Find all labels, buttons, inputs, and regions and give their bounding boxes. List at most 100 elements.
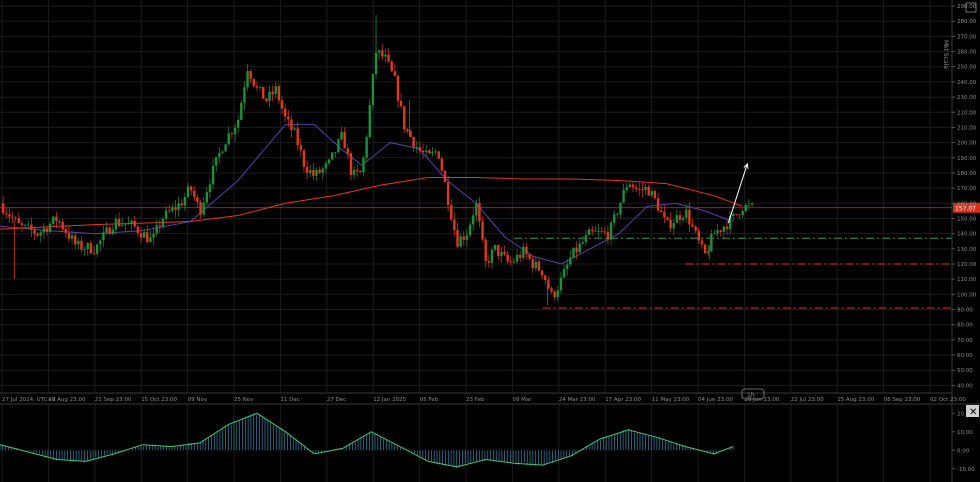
candle-body[interactable] bbox=[283, 108, 287, 117]
candle-body[interactable] bbox=[230, 133, 234, 135]
candle-body[interactable] bbox=[735, 214, 738, 215]
candle-body[interactable] bbox=[74, 235, 77, 245]
candle-body[interactable] bbox=[299, 145, 303, 151]
candle-body[interactable] bbox=[183, 196, 187, 206]
candle-body[interactable] bbox=[406, 129, 409, 132]
candle-body[interactable] bbox=[450, 204, 453, 220]
candle-body[interactable] bbox=[158, 225, 162, 227]
candle-body[interactable] bbox=[33, 230, 36, 234]
candle-body[interactable] bbox=[20, 223, 24, 225]
candle-body[interactable] bbox=[318, 169, 321, 173]
candle-body[interactable] bbox=[277, 86, 281, 101]
candle-body[interactable] bbox=[274, 86, 277, 95]
candle-body[interactable] bbox=[713, 233, 716, 235]
candle-body[interactable] bbox=[368, 104, 371, 138]
candle-body[interactable] bbox=[95, 244, 99, 254]
candle-body[interactable] bbox=[703, 244, 707, 254]
candle-body[interactable] bbox=[597, 231, 600, 232]
candle-body[interactable] bbox=[471, 215, 475, 225]
candle-body[interactable] bbox=[130, 220, 133, 224]
candle-body[interactable] bbox=[70, 235, 74, 239]
candle-body[interactable] bbox=[487, 261, 491, 263]
candle-body[interactable] bbox=[377, 50, 381, 53]
candle-body[interactable] bbox=[23, 224, 27, 226]
candle-body[interactable] bbox=[387, 54, 390, 62]
candle-body[interactable] bbox=[252, 78, 256, 86]
candle-body[interactable] bbox=[381, 50, 384, 57]
candle-body[interactable] bbox=[465, 235, 469, 240]
candle-body[interactable] bbox=[534, 261, 538, 269]
candle-body[interactable] bbox=[681, 217, 685, 220]
candle-body[interactable] bbox=[650, 191, 654, 196]
candle-body[interactable] bbox=[290, 119, 293, 130]
candle-body[interactable] bbox=[594, 230, 597, 232]
candle-body[interactable] bbox=[591, 229, 594, 231]
candle-body[interactable] bbox=[202, 202, 205, 215]
candle-body[interactable] bbox=[399, 100, 403, 107]
candle-body[interactable] bbox=[688, 209, 691, 225]
candle-body[interactable] bbox=[490, 249, 494, 263]
candle-body[interactable] bbox=[478, 203, 481, 222]
candle-body[interactable] bbox=[484, 239, 487, 262]
candle-body[interactable] bbox=[440, 158, 444, 171]
candle-body[interactable] bbox=[581, 242, 585, 244]
candle-body[interactable] bbox=[666, 217, 669, 220]
candle-body[interactable] bbox=[722, 226, 726, 232]
candle-body[interactable] bbox=[240, 102, 243, 120]
candle-body[interactable] bbox=[330, 152, 334, 160]
candle-body[interactable] bbox=[246, 71, 249, 88]
candle-body[interactable] bbox=[327, 159, 331, 164]
candle-body[interactable] bbox=[352, 169, 356, 176]
candle-body[interactable] bbox=[559, 277, 563, 291]
candle-body[interactable] bbox=[685, 209, 688, 218]
candle-body[interactable] bbox=[124, 224, 127, 226]
candle-body[interactable] bbox=[459, 236, 462, 247]
candle-body[interactable] bbox=[578, 243, 581, 253]
candle-body[interactable] bbox=[418, 147, 422, 151]
candle-body[interactable] bbox=[544, 275, 547, 281]
candle-body[interactable] bbox=[1, 203, 5, 214]
candle-body[interactable] bbox=[324, 163, 328, 169]
candle-body[interactable] bbox=[146, 232, 149, 242]
candle-body[interactable] bbox=[603, 231, 606, 233]
candle-body[interactable] bbox=[750, 203, 754, 205]
candle-body[interactable] bbox=[468, 224, 472, 236]
candle-body[interactable] bbox=[108, 227, 111, 235]
candle-body[interactable] bbox=[186, 186, 190, 197]
candle-body[interactable] bbox=[584, 234, 588, 243]
candle-body[interactable] bbox=[218, 152, 221, 157]
candle-body[interactable] bbox=[446, 182, 450, 205]
candle-body[interactable] bbox=[384, 54, 387, 57]
candle-body[interactable] bbox=[334, 152, 337, 153]
candle-body[interactable] bbox=[36, 233, 39, 236]
candle-body[interactable] bbox=[744, 204, 748, 211]
candle-body[interactable] bbox=[58, 220, 61, 222]
candle-body[interactable] bbox=[550, 288, 553, 292]
candle-body[interactable] bbox=[647, 186, 650, 196]
candle-body[interactable] bbox=[537, 261, 541, 271]
candle-body[interactable] bbox=[403, 106, 406, 130]
candle-body[interactable] bbox=[428, 150, 431, 154]
candle-body[interactable] bbox=[528, 254, 531, 259]
candle-body[interactable] bbox=[531, 258, 534, 269]
candle-body[interactable] bbox=[678, 215, 682, 220]
candle-body[interactable] bbox=[437, 151, 440, 159]
candle-body[interactable] bbox=[305, 166, 309, 173]
candle-body[interactable] bbox=[227, 133, 230, 145]
candle-body[interactable] bbox=[136, 226, 140, 234]
candle-body[interactable] bbox=[453, 219, 456, 231]
candle-body[interactable] bbox=[569, 257, 572, 265]
candle-body[interactable] bbox=[415, 147, 418, 149]
candle-body[interactable] bbox=[509, 261, 512, 263]
candle-body[interactable] bbox=[61, 221, 64, 230]
candle-body[interactable] bbox=[215, 156, 218, 166]
candle-body[interactable] bbox=[14, 217, 17, 219]
candle-body[interactable] bbox=[312, 169, 315, 176]
candle-body[interactable] bbox=[725, 226, 729, 230]
candle-body[interactable] bbox=[80, 240, 83, 250]
candle-body[interactable] bbox=[64, 229, 68, 233]
candle-body[interactable] bbox=[710, 233, 713, 252]
candle-body[interactable] bbox=[612, 214, 616, 223]
candle-body[interactable] bbox=[656, 198, 660, 211]
candle-body[interactable] bbox=[349, 153, 353, 176]
